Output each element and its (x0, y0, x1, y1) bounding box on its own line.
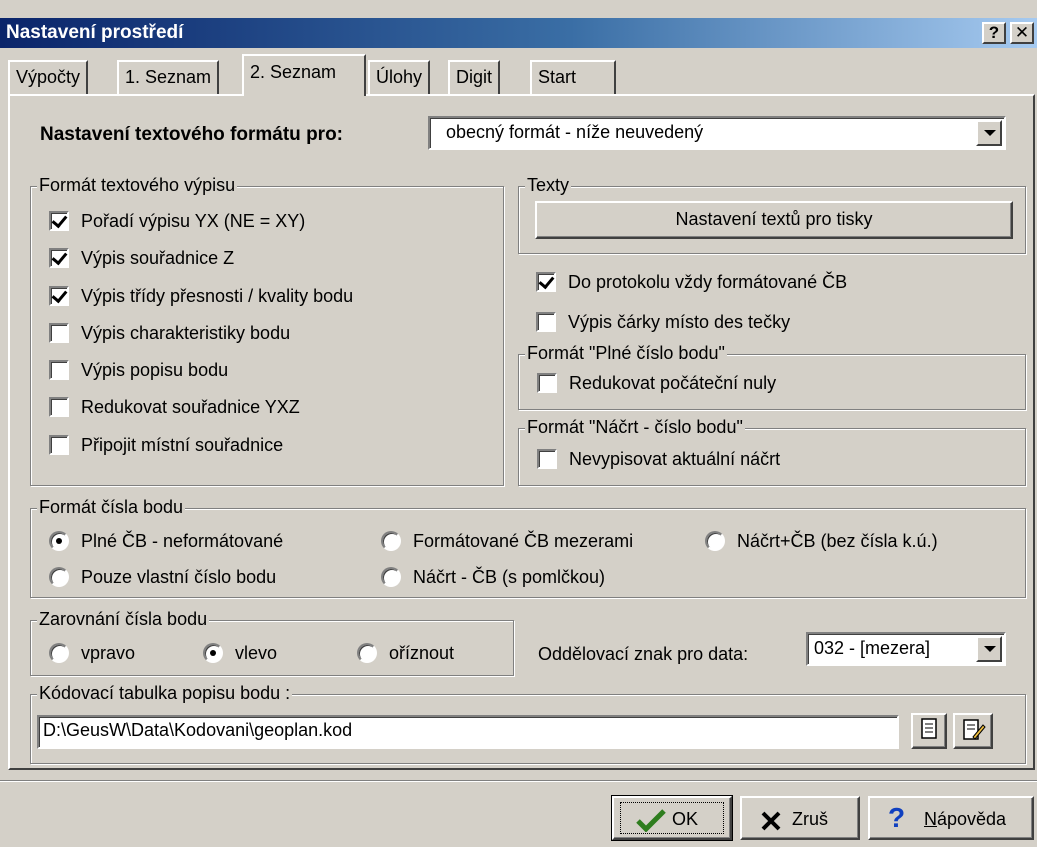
full-number-group: Formát "Plné číslo bodu" Redukovat počát… (518, 343, 1026, 410)
radio-label: oříznout (389, 643, 455, 663)
check-label: Výpis souřadnice Z (81, 248, 235, 268)
tab-vypocty[interactable]: Výpočty (8, 60, 89, 94)
cancel-label: Zruš (792, 809, 828, 829)
checkbox[interactable] (49, 211, 69, 231)
coding-path-input[interactable]: D:\GeusW\Data\Kodovani\geoplan.kod (37, 715, 899, 749)
tab-digit[interactable]: Digit (448, 60, 501, 94)
separator-label: Oddělovací znak pro data: (538, 644, 749, 664)
radio-label: Náčrt+ČB (bez čísla k.ú.) (737, 531, 938, 551)
check-label: Výpis charakteristiky bodu (81, 323, 291, 343)
help-title-button[interactable]: ? (982, 22, 1006, 44)
ok-button[interactable]: OK (611, 795, 733, 841)
document-icon (921, 718, 937, 739)
sketch-legend: Formát "Náčrt - číslo bodu" (525, 417, 745, 438)
tab-seznam-2[interactable]: 2. Seznam (242, 54, 366, 96)
checkmark-icon (636, 809, 666, 832)
tab-ulohy[interactable]: Úlohy (368, 60, 431, 94)
check-label: Pořadí výpisu YX (NE = XY) (81, 211, 306, 231)
text-format-legend: Formát textového výpisu (37, 175, 238, 196)
check-label: Redukovat souřadnice YXZ (81, 397, 300, 417)
format-select[interactable]: obecný formát - níže neuvedený (428, 116, 1006, 150)
radio[interactable] (381, 567, 401, 587)
checkbox[interactable] (49, 360, 69, 380)
format-label: Nastavení textového formátu pro: (40, 124, 343, 145)
checkbox[interactable] (537, 449, 557, 469)
edit-table-button[interactable] (953, 713, 993, 749)
checkbox[interactable] (536, 312, 556, 332)
browse-button[interactable] (911, 713, 947, 749)
check-label: Připojit místní souřadnice (81, 435, 284, 455)
radio-label: Pouze vlastní číslo bodu (81, 567, 277, 587)
radio[interactable] (49, 531, 69, 551)
radio[interactable] (357, 643, 377, 663)
radio[interactable] (381, 531, 401, 551)
radio-label: Náčrt - ČB (s pomlčkou) (413, 567, 606, 587)
help-button[interactable]: ? Nápověda (868, 796, 1034, 840)
point-number-legend: Formát čísla bodu (37, 497, 186, 518)
format-select-value: obecný formát - níže neuvedený (446, 122, 704, 142)
close-button[interactable]: ✕ (1010, 22, 1034, 44)
checkbox[interactable] (537, 373, 557, 393)
texts-group: Texty Nastavení textů pro tisky (518, 175, 1026, 254)
tab-seznam-1[interactable]: 1. Seznam (117, 60, 220, 94)
coding-legend: Kódovací tabulka popisu bodu : (37, 683, 293, 704)
check-label: Do protokolu vždy formátované ČB (568, 272, 848, 292)
radio[interactable] (705, 531, 725, 551)
title-bar: Nastavení prostředí ? ✕ (0, 18, 1037, 48)
check-label: Výpis popisu bodu (81, 360, 229, 380)
help-label: Nápověda (924, 809, 1007, 829)
chevron-down-icon[interactable] (976, 636, 1002, 662)
checkbox[interactable] (49, 286, 69, 306)
checkbox[interactable] (49, 435, 69, 455)
separator-select-value: 032 - [mezera] (814, 638, 931, 658)
check-label: Nevypisovat aktuální náčrt (569, 449, 781, 469)
point-number-format-group: Formát čísla bodu Plné ČB - neformátovan… (30, 497, 1026, 598)
x-icon (761, 811, 781, 831)
radio-label: Formátované ČB mezerami (413, 531, 634, 551)
coding-table-group: Kódovací tabulka popisu bodu : D:\GeusW\… (30, 683, 1026, 764)
full-number-legend: Formát "Plné číslo bodu" (525, 343, 727, 364)
window-title: Nastavení prostředí (6, 22, 184, 43)
radio[interactable] (49, 567, 69, 587)
text-settings-button[interactable]: Nastavení textů pro tisky (535, 201, 1013, 239)
radio-label: vpravo (81, 643, 136, 663)
alignment-group: Zarovnání čísla bodu vpravo vlevo ořízno… (30, 609, 514, 676)
check-label: Redukovat počáteční nuly (569, 373, 777, 393)
checkbox[interactable] (49, 323, 69, 343)
checkbox[interactable] (536, 272, 556, 292)
settings-dialog: Nastavení prostředí ? ✕ Výpočty 1. Sezna… (0, 0, 1037, 847)
cancel-button[interactable]: Zruš (740, 796, 860, 840)
chevron-down-icon[interactable] (976, 120, 1002, 146)
checkbox[interactable] (49, 248, 69, 268)
checkbox[interactable] (49, 397, 69, 417)
texts-legend: Texty (525, 175, 572, 196)
alignment-legend: Zarovnání čísla bodu (37, 609, 210, 630)
check-label: Výpis čárky místo des tečky (568, 312, 791, 332)
sketch-group: Formát "Náčrt - číslo bodu" Nevypisovat … (518, 417, 1026, 486)
radio-label: vlevo (235, 643, 278, 663)
question-icon: ? (888, 802, 906, 833)
footer-divider (0, 780, 1037, 782)
separator-select[interactable]: 032 - [mezera] (806, 632, 1006, 666)
check-label: Výpis třídy přesnosti / kvality bodu (81, 286, 354, 306)
radio[interactable] (203, 643, 223, 663)
edit-document-icon (963, 719, 986, 740)
ok-label: OK (672, 809, 699, 829)
text-format-group: Formát textového výpisu Pořadí výpisu YX… (30, 175, 504, 486)
radio-label: Plné ČB - neformátované (81, 531, 284, 551)
radio[interactable] (49, 643, 69, 663)
tab-start[interactable]: Start (530, 60, 616, 94)
